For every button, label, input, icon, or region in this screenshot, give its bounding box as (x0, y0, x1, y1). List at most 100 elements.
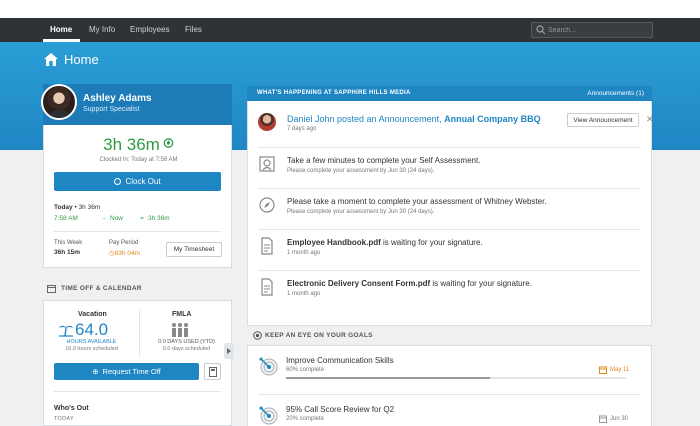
time-start: 7:58 AM (54, 215, 78, 222)
calculator-button[interactable] (204, 363, 221, 380)
close-icon[interactable]: ✕ (646, 114, 654, 125)
handbook-doc-name: Employee Handbook.pdf (287, 238, 381, 247)
goal-progress-fill (286, 377, 490, 379)
request-time-off-label: Request Time Off (102, 367, 161, 376)
today-total: 3h 36m (78, 204, 101, 211)
today-label: Today (54, 204, 73, 211)
announcement-text: Daniel John posted an Announcement, Annu… (287, 114, 541, 124)
clock-out-label: Clock Out (125, 177, 161, 186)
profile-card: Ashley Adams Support Specialist 3h 36m C… (41, 84, 233, 268)
document-icon (261, 237, 273, 255)
fmla-scheduled: 0.0 days scheduled (162, 346, 211, 352)
whos-out-label: Who's Out (54, 405, 89, 412)
time-off-section-title: TIME OFF & CALENDAR (61, 285, 142, 292)
self-assessment-due: Please complete your assessment by Jun 3… (287, 168, 435, 174)
announcement-action: posted an Announcement, (334, 114, 445, 124)
handbook-signature-text[interactable]: Employee Handbook.pdf is waiting for you… (287, 238, 483, 247)
pay-period-hours: 83h 04m (114, 250, 140, 257)
avatar[interactable] (41, 84, 77, 120)
announcement-subject[interactable]: Annual Company BBQ (444, 114, 541, 124)
announcements-header: WHAT'S HAPPENING AT SAPPHIRE HILLS MEDIA… (247, 86, 652, 101)
goal-progress-track (286, 377, 626, 379)
handbook-doc-rest: is waiting for your signature. (380, 238, 483, 247)
this-week-value: 36h 15m (54, 249, 81, 256)
search-input[interactable] (548, 24, 648, 36)
palm-tree-icon (59, 325, 73, 337)
top-nav: Home My Info Employees Files (0, 18, 700, 42)
user-name[interactable]: Ashley Adams (83, 93, 152, 104)
self-assessment-text[interactable]: Take a few minutes to complete your Self… (287, 156, 480, 165)
pay-period-label: Pay Period (109, 240, 139, 246)
time-dash-2: = (140, 215, 144, 222)
announcements-card: WHAT'S HAPPENING AT SAPPHIRE HILLS MEDIA… (247, 86, 654, 326)
assessment-icon (259, 156, 275, 172)
goal-name[interactable]: Improve Communication Skills (286, 356, 394, 365)
clocked-in-text: Clocked In: Today at 7:58 AM (99, 157, 178, 163)
home-icon (44, 53, 58, 66)
avatar-shirt (49, 110, 71, 118)
goal-separator (258, 394, 641, 395)
nav-my-info[interactable]: My Info (89, 18, 115, 42)
document-icon (261, 278, 273, 296)
consent-doc-rest: is waiting for your signature. (430, 279, 532, 288)
consent-signature-text[interactable]: Electronic Delivery Consent Form.pdf is … (287, 279, 532, 288)
whos-out-today-label: TODAY (54, 416, 74, 422)
profile-divider (54, 231, 221, 232)
clock-out-button[interactable]: Clock Out (54, 172, 221, 191)
app-canvas: Home My Info Employees Files Home Ashley… (0, 0, 700, 426)
feed-item-announcement: Daniel John posted an Announcement, Annu… (258, 105, 654, 145)
clock-out-icon (114, 178, 122, 185)
goal-percent: 60% complete (286, 367, 325, 373)
time-now: Now (110, 215, 124, 222)
feed-item-self-assessment: Take a few minutes to complete your Self… (258, 147, 641, 187)
app-frame: Home My Info Employees Files Home Ashley… (0, 18, 700, 426)
calendar-icon (599, 366, 607, 374)
carousel-next-arrow[interactable] (224, 343, 234, 359)
clock-timer: 3h 36m (44, 135, 233, 155)
timer-icon (163, 138, 174, 148)
hours-available-label: HOURS AVAILABLE (66, 339, 117, 345)
handbook-time: 1 month ago (287, 250, 321, 256)
goal-due-date: Jun 30 (610, 416, 629, 422)
search-box[interactable] (531, 22, 653, 38)
goal-name[interactable]: 95% Call Score Review for Q2 (286, 405, 394, 414)
feed-item-peer-assessment: Please take a moment to complete your as… (258, 188, 641, 228)
consent-time: 1 month ago (287, 291, 321, 297)
goal-target-icon (259, 357, 278, 376)
profile-header: Ashley Adams Support Specialist (41, 84, 232, 125)
vacation-label: Vacation (78, 311, 107, 318)
fmla-days-used: 0.0 DAYS USED (YTD) (158, 339, 215, 345)
pay-period-value: ◷83h 04m (109, 250, 140, 257)
peer-assessment-text[interactable]: Please take a moment to complete your as… (287, 197, 547, 206)
feed-item-signature-handbook: Employee Handbook.pdf is waiting for you… (258, 229, 641, 269)
people-icon (172, 323, 188, 337)
announcement-time: 7 days ago (287, 126, 317, 132)
consent-doc-name: Electronic Delivery Consent Form.pdf (287, 279, 431, 288)
vacation-hours: 64.0 (75, 320, 109, 339)
feed-item-signature-consent: Electronic Delivery Consent Form.pdf is … (258, 270, 641, 310)
calendar-icon (47, 285, 56, 293)
chevron-right-icon (227, 348, 231, 354)
page-title: Home (64, 52, 99, 67)
request-time-off-button[interactable]: ⊕ Request Time Off (54, 363, 199, 380)
time-off-card: Vacation 64.0 HOURS AVAILABLE 16.0 hours… (43, 300, 234, 426)
announcements-count[interactable]: Announcements (1) (587, 90, 644, 97)
nav-employees[interactable]: Employees (130, 18, 170, 42)
request-time-off-icon: ⊕ (92, 367, 99, 376)
user-avatar-icon (258, 113, 276, 131)
announcement-author[interactable]: Daniel John (287, 114, 335, 124)
calendar-icon (599, 415, 607, 423)
time-off-bottom-divider (54, 391, 221, 392)
fmla-label: FMLA (172, 311, 192, 318)
time-dash-1: - (103, 215, 106, 222)
time-duration: 3h 36m (148, 215, 170, 222)
view-announcement-button[interactable]: View Announcement (567, 113, 639, 127)
search-icon (536, 25, 546, 35)
vacation-scheduled: 16.0 hours scheduled (65, 346, 118, 352)
compass-icon (259, 197, 275, 213)
nav-files[interactable]: Files (185, 18, 202, 42)
goal-target-icon (259, 406, 278, 425)
timer-value: 3h 36m (103, 135, 160, 154)
my-timesheet-button[interactable]: My Timesheet (166, 242, 222, 257)
announcements-title: WHAT'S HAPPENING AT SAPPHIRE HILLS MEDIA (257, 90, 411, 96)
